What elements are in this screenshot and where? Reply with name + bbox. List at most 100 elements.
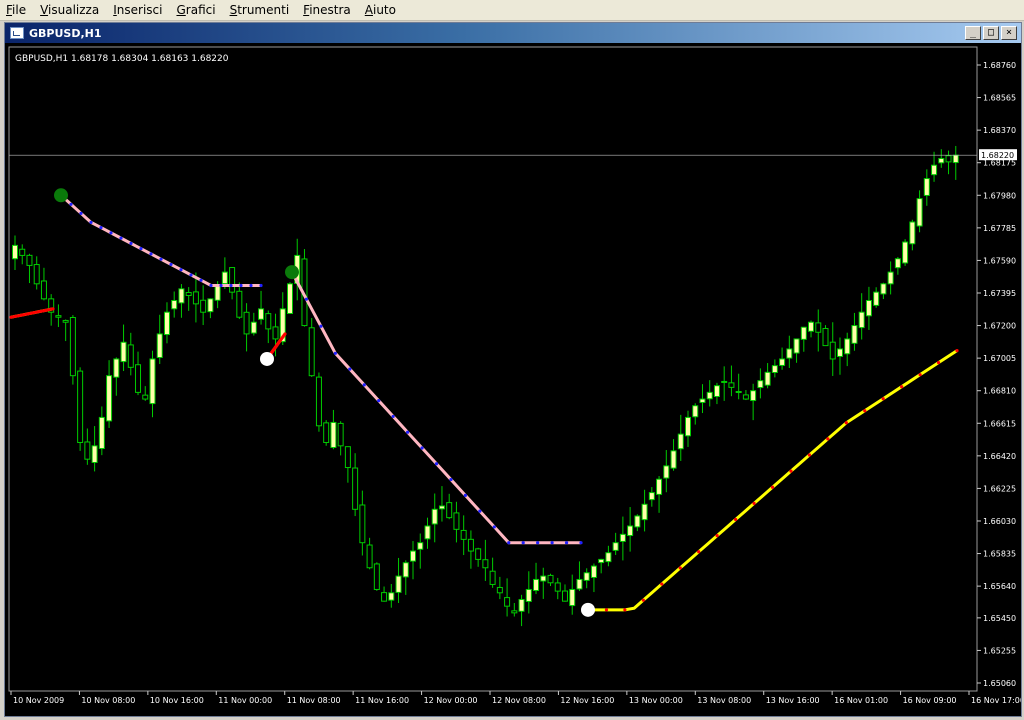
menu-finestra[interactable]: Finestra [297, 0, 359, 20]
bear-candle [308, 327, 315, 377]
bull-candle [641, 503, 648, 521]
resistance-start-marker [54, 188, 68, 203]
chart-area[interactable]: GBPUSD,H1 1.68178 1.68304 1.68163 1.6822… [5, 43, 1024, 716]
bull-candle [540, 575, 547, 582]
bull-candle [750, 390, 757, 402]
price-chart[interactable]: GBPUSD,H1 1.68178 1.68304 1.68163 1.6822… [5, 43, 1024, 716]
price-label: 1.67785 [983, 224, 1016, 233]
bear-candle [236, 290, 243, 318]
resistance-1-dot [219, 283, 223, 288]
bear-candle [366, 544, 373, 569]
bull-candle [410, 550, 417, 562]
bull-candle [894, 258, 901, 269]
bull-candle [851, 325, 858, 344]
bear-candle [142, 394, 149, 400]
title-bar[interactable]: GBPUSD,H1 _ □ × [5, 23, 1021, 43]
bear-candle [127, 344, 134, 368]
bear-candle [344, 446, 351, 469]
bear-candle [272, 326, 279, 340]
bear-candle [55, 315, 62, 318]
bull-candle [793, 338, 800, 354]
bear-candle [62, 319, 69, 323]
bull-candle [670, 450, 677, 469]
resistance-2-dot [536, 541, 540, 545]
bear-candle [446, 502, 453, 519]
bull-candle [330, 421, 337, 448]
chart-background [5, 43, 1021, 716]
bull-candle [12, 244, 18, 260]
support-2-dot [697, 550, 701, 554]
menu-file[interactable]: File [0, 0, 34, 20]
bear-candle [460, 529, 467, 540]
bear-candle [185, 292, 192, 296]
bear-candle [742, 394, 749, 400]
resistance-2-dot [564, 541, 569, 545]
resistance-1-dot [89, 220, 93, 224]
bear-candle [822, 327, 829, 347]
price-label: 1.67590 [983, 256, 1016, 265]
menu-bar: File Visualizza Inserisci Grafici Strume… [0, 0, 1024, 21]
bear-candle [19, 248, 26, 256]
bear-candle [337, 422, 344, 447]
bull-candle [656, 478, 663, 495]
bull-candle [627, 525, 634, 537]
bull-candle [438, 505, 445, 510]
menu-aiuto[interactable]: Aiuto [359, 0, 404, 20]
bull-candle [178, 288, 185, 304]
bear-candle [26, 254, 33, 266]
bear-candle [504, 597, 511, 607]
support-2-dot [900, 385, 904, 389]
resistance-2-dot [579, 541, 583, 545]
bear-candle [467, 538, 474, 552]
bear-candle [229, 267, 236, 293]
bear-candle [192, 291, 199, 305]
bull-candle [699, 398, 706, 403]
resistance-2-dot [492, 525, 496, 529]
resistance-2-dot [449, 477, 453, 482]
bear-candle [373, 563, 380, 590]
resistance-1-dot [189, 273, 193, 277]
menu-strumenti[interactable]: Strumenti [224, 0, 298, 20]
resistance-1-dot [109, 231, 113, 235]
bull-candle [525, 588, 532, 602]
resistance-1-dot [249, 283, 253, 288]
bear-candle [453, 512, 460, 530]
price-label: 1.66810 [983, 387, 1016, 396]
support-2-dot [678, 566, 682, 570]
resistance-2-dot [406, 430, 410, 434]
resistance-2-dot [362, 383, 366, 387]
restore-button[interactable]: □ [983, 26, 999, 40]
bull-candle [113, 358, 120, 378]
bull-candle [931, 164, 938, 176]
bear-candle [496, 586, 503, 594]
bear-candle [40, 280, 47, 300]
bear-candle [359, 504, 366, 544]
bull-candle [395, 575, 402, 593]
minimize-button[interactable]: _ [965, 26, 981, 40]
menu-visualizza[interactable]: Visualizza [34, 0, 107, 20]
bear-candle [33, 264, 40, 285]
menu-inserisci[interactable]: Inserisci [107, 0, 170, 20]
bear-candle [69, 317, 76, 377]
time-label: 16 Nov 01:00 [834, 696, 888, 705]
resistance-1-dot [239, 283, 243, 288]
bull-candle [417, 542, 424, 550]
bull-candle [518, 598, 525, 612]
bull-candle [424, 525, 431, 540]
support-2-dot [770, 485, 775, 489]
support-1-dot [283, 332, 287, 336]
bull-candle [156, 333, 163, 358]
menu-grafici[interactable]: Grafici [170, 0, 223, 20]
close-button[interactable]: × [1001, 26, 1017, 40]
bull-candle [800, 326, 807, 340]
price-label: 1.67395 [983, 289, 1016, 298]
bull-candle [569, 588, 576, 607]
bull-candle [431, 508, 438, 525]
time-label: 16 Nov 09:00 [903, 696, 957, 705]
bull-candle [706, 391, 713, 400]
resistance-2-dot [463, 493, 467, 497]
resistance-1-dot [229, 283, 233, 288]
bull-candle [858, 311, 865, 329]
time-label: 13 Nov 16:00 [766, 696, 820, 705]
bull-candle [836, 348, 843, 357]
